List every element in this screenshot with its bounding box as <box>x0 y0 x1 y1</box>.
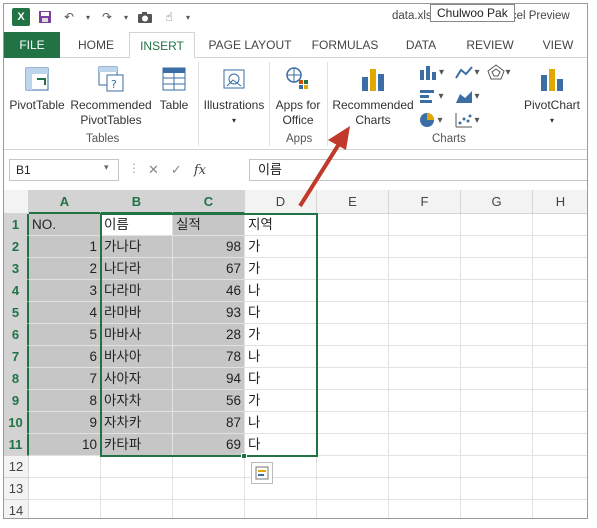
excel-window: X ↶ ▾ ↷ ▾ ☝ ▾ data.xlsx - Microsoft Exce… <box>3 3 588 519</box>
annotation-arrow-icon <box>298 126 350 208</box>
